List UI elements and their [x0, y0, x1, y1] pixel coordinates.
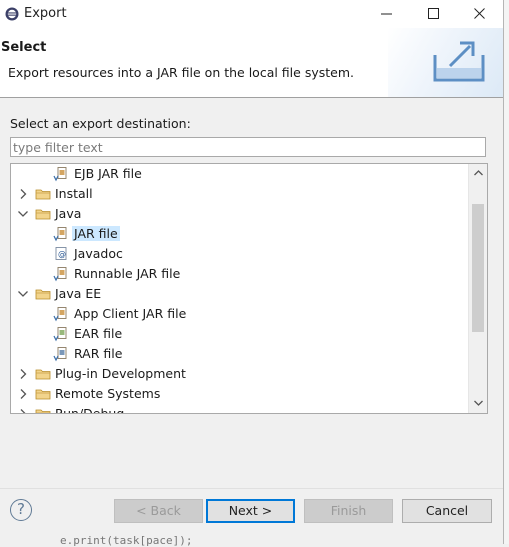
- folder-icon: [35, 389, 51, 400]
- chevron-right-icon[interactable]: [17, 408, 29, 413]
- tree-item-label: Run/Debug: [55, 406, 124, 413]
- export-banner-image: [388, 28, 503, 98]
- filter-input[interactable]: [10, 137, 486, 157]
- vertical-scrollbar[interactable]: [468, 164, 487, 413]
- svg-text:@: @: [58, 250, 66, 259]
- tree-rows: EJB JAR file Install Java JAR file @ Javadoc R…: [11, 164, 468, 413]
- tree-item-label: Java EE: [55, 286, 102, 301]
- help-button[interactable]: ?: [10, 499, 32, 521]
- maximize-button[interactable]: [411, 0, 457, 28]
- footer-divider: [0, 488, 503, 489]
- ear-file-icon: [53, 327, 67, 342]
- wizard-page-description: Export resources into a JAR file on the …: [8, 65, 354, 80]
- tree-item[interactable]: EAR file: [11, 324, 468, 344]
- chevron-right-icon[interactable]: [17, 388, 29, 400]
- tree-item-label: Runnable JAR file: [74, 266, 181, 281]
- tree-item[interactable]: Plug-in Development: [11, 364, 468, 384]
- export-wizard-icon: [433, 41, 485, 82]
- chevron-up-icon: [474, 170, 483, 176]
- next-button[interactable]: Next >: [206, 499, 295, 523]
- runnable-jar-icon: [53, 267, 67, 282]
- finish-button[interactable]: Finish: [304, 499, 393, 523]
- rar-file-icon: [53, 347, 67, 362]
- title-bar: Export: [0, 0, 503, 28]
- tree-item-label: EAR file: [74, 326, 123, 341]
- tree-item-label: Javadoc: [74, 246, 123, 261]
- scroll-thumb[interactable]: [472, 204, 484, 332]
- background-window-edge: [503, 0, 509, 544]
- scroll-down-button[interactable]: [469, 395, 487, 412]
- ejb-jar-icon: [53, 167, 67, 182]
- tree-item[interactable]: Remote Systems: [11, 384, 468, 404]
- wizard-page-title: Select: [1, 40, 47, 55]
- minimize-button[interactable]: [364, 0, 410, 28]
- header-divider: [0, 97, 503, 98]
- tree-item[interactable]: @ Javadoc: [11, 244, 468, 264]
- background-code-text: e.print(task[pace]);: [60, 534, 193, 547]
- tree-item-label: JAR file: [72, 226, 120, 241]
- tree-item-label: EJB JAR file: [74, 166, 142, 181]
- tree-item[interactable]: EJB JAR file: [11, 164, 468, 184]
- window-title: Export: [24, 6, 67, 21]
- folder-icon: [35, 209, 51, 220]
- question-mark-icon: ?: [17, 500, 25, 518]
- scroll-up-button[interactable]: [469, 165, 487, 182]
- destination-label: Select an export destination:: [10, 116, 191, 131]
- tree-item[interactable]: RAR file: [11, 344, 468, 364]
- tree-item-label: Install: [55, 186, 93, 201]
- cancel-button[interactable]: Cancel: [402, 499, 492, 523]
- chevron-down-icon[interactable]: [17, 288, 29, 300]
- tree-item[interactable]: Runnable JAR file: [11, 264, 468, 284]
- wizard-header: Select Export resources into a JAR file …: [0, 28, 503, 98]
- folder-icon: [35, 369, 51, 380]
- eclipse-app-icon: [5, 7, 19, 21]
- folder-icon: [35, 189, 51, 200]
- javadoc-icon: @: [55, 247, 67, 260]
- close-icon: [474, 8, 485, 19]
- tree-item-label: Plug-in Development: [55, 366, 186, 381]
- jar-file-icon: [53, 227, 67, 242]
- chevron-right-icon[interactable]: [17, 368, 29, 380]
- chevron-down-icon[interactable]: [17, 208, 29, 220]
- tree-item[interactable]: Java EE: [11, 284, 468, 304]
- folder-icon: [35, 409, 51, 413]
- tree-item[interactable]: Java: [11, 204, 468, 224]
- back-button[interactable]: < Back: [114, 499, 203, 523]
- tree-item-label: RAR file: [74, 346, 123, 361]
- tree-item-label: Java: [55, 206, 82, 221]
- tree-item[interactable]: Run/Debug: [11, 404, 468, 413]
- close-button[interactable]: [457, 0, 503, 28]
- tree-item-label: Remote Systems: [55, 386, 161, 401]
- app-client-jar-icon: [53, 307, 67, 322]
- maximize-icon: [428, 8, 439, 19]
- chevron-down-icon: [474, 400, 483, 406]
- tree-item[interactable]: App Client JAR file: [11, 304, 468, 324]
- tree-item[interactable]: JAR file: [11, 224, 468, 244]
- minimize-icon: [381, 13, 392, 15]
- folder-icon: [35, 289, 51, 300]
- tree-item[interactable]: Install: [11, 184, 468, 204]
- tree-item-label: App Client JAR file: [74, 306, 187, 321]
- chevron-right-icon[interactable]: [17, 188, 29, 200]
- destination-tree[interactable]: EJB JAR file Install Java JAR file @ Javadoc R…: [10, 163, 488, 414]
